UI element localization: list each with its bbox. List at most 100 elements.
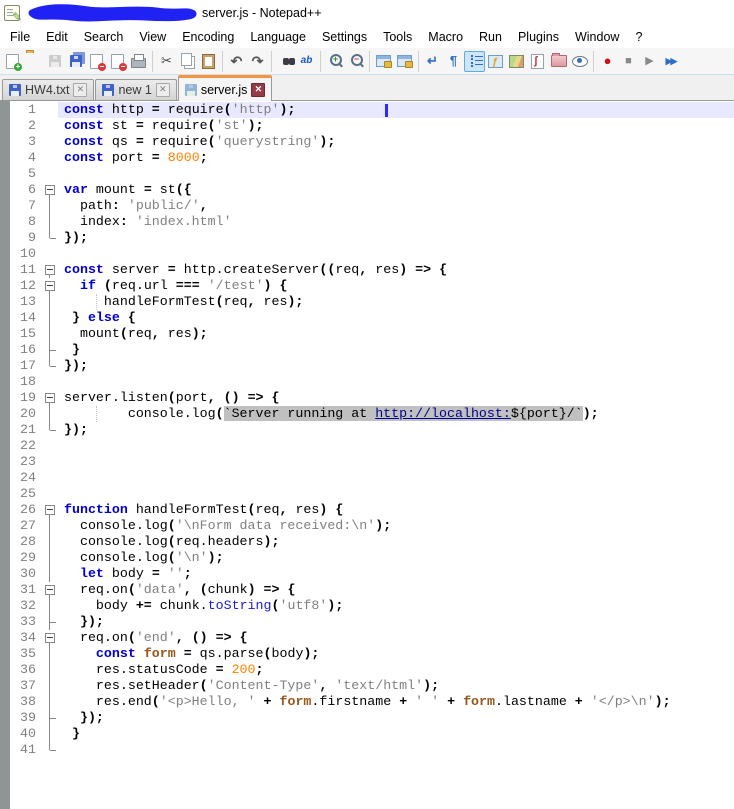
- zoom-in-button[interactable]: +: [324, 51, 345, 72]
- show-all-characters-button[interactable]: ¶: [443, 51, 464, 72]
- code-line[interactable]: 32 body += chunk.toString('utf8');: [0, 598, 734, 614]
- undo-button[interactable]: ↶: [226, 51, 247, 72]
- menu-tools[interactable]: Tools: [375, 28, 420, 46]
- code-line[interactable]: 16 }: [0, 342, 734, 358]
- word-wrap-button[interactable]: ↵: [422, 51, 443, 72]
- code-line[interactable]: 12 if (req.url === '/test') {: [0, 278, 734, 294]
- code-line[interactable]: 17});: [0, 358, 734, 374]
- menu-encoding[interactable]: Encoding: [174, 28, 242, 46]
- menu-macro[interactable]: Macro: [420, 28, 471, 46]
- menu-help[interactable]: ?: [627, 28, 650, 46]
- menu-file[interactable]: File: [2, 28, 38, 46]
- fold-toggle[interactable]: [42, 502, 58, 518]
- document-map-button[interactable]: [506, 51, 527, 72]
- macro-run-multiple-button[interactable]: ▶▶: [660, 51, 681, 72]
- code-line[interactable]: 28 console.log(req.headers);: [0, 534, 734, 550]
- code-line[interactable]: 30 let body = '';: [0, 566, 734, 582]
- new-file-button[interactable]: +: [2, 51, 23, 72]
- code-line[interactable]: 31 req.on('data', (chunk) => {: [0, 582, 734, 598]
- fold-toggle[interactable]: [42, 582, 58, 598]
- line-number: 4: [10, 150, 42, 166]
- macro-play-button[interactable]: ▶: [639, 51, 660, 72]
- zoom-out-button[interactable]: −: [345, 51, 366, 72]
- indent-guide-button[interactable]: [464, 50, 485, 72]
- tab-hw4-txt[interactable]: HW4.txt ✕: [2, 79, 95, 100]
- menu-edit[interactable]: Edit: [38, 28, 76, 46]
- code-line[interactable]: 23: [0, 454, 734, 470]
- code-line[interactable]: 25: [0, 486, 734, 502]
- code-line[interactable]: 34 req.on('end', () => {: [0, 630, 734, 646]
- code-line[interactable]: 5: [0, 166, 734, 182]
- close-tab-icon[interactable]: ✕: [73, 83, 88, 97]
- monitoring-button[interactable]: [569, 51, 590, 72]
- menu-view[interactable]: View: [131, 28, 174, 46]
- save-all-button[interactable]: [65, 51, 86, 72]
- redo-button[interactable]: ↷: [247, 51, 268, 72]
- code-line[interactable]: 6 var mount = st({: [0, 182, 734, 198]
- code-line[interactable]: 1 const http = require('http');: [0, 102, 734, 118]
- code-line[interactable]: 15 mount(req, res);: [0, 326, 734, 342]
- code-line[interactable]: 40 }: [0, 726, 734, 742]
- menu-plugins[interactable]: Plugins: [510, 28, 567, 46]
- code-line[interactable]: 21});: [0, 422, 734, 438]
- menu-run[interactable]: Run: [471, 28, 510, 46]
- fold-toggle[interactable]: [42, 630, 58, 646]
- code-line[interactable]: 13 handleFormTest(req, res);: [0, 294, 734, 310]
- macro-stop-button[interactable]: ■: [618, 51, 639, 72]
- code-line[interactable]: 7 path: 'public/',: [0, 198, 734, 214]
- menu-window[interactable]: Window: [567, 28, 627, 46]
- code-line[interactable]: 8 index: 'index.html': [0, 214, 734, 230]
- code-line[interactable]: 2 const st = require('st');: [0, 118, 734, 134]
- code-line[interactable]: 14 } else {: [0, 310, 734, 326]
- tab-server-js[interactable]: server.js ✕: [177, 75, 273, 101]
- code-line[interactable]: 33 });: [0, 614, 734, 630]
- close-tab-icon[interactable]: ✕: [251, 82, 266, 97]
- code-line[interactable]: 26 function handleFormTest(req, res) {: [0, 502, 734, 518]
- fold-toggle[interactable]: [42, 278, 58, 294]
- find-button[interactable]: [275, 51, 296, 72]
- code-line[interactable]: 37 res.setHeader('Content-Type', 'text/h…: [0, 678, 734, 694]
- document-switcher-button[interactable]: [527, 51, 548, 72]
- close-tab-icon[interactable]: ✕: [155, 83, 170, 97]
- folder-as-workspace-button[interactable]: [548, 51, 569, 72]
- code-line[interactable]: 36 res.statusCode = 200;: [0, 662, 734, 678]
- code-line[interactable]: 38 res.end('<p>Hello, ' + form.firstname…: [0, 694, 734, 710]
- code-line[interactable]: 24: [0, 470, 734, 486]
- print-button[interactable]: [128, 51, 149, 72]
- sync-horizontal-scroll-button[interactable]: [394, 51, 415, 72]
- sync-vertical-scroll-button[interactable]: [373, 51, 394, 72]
- fold-margin: [42, 166, 58, 182]
- paste-button[interactable]: [198, 51, 219, 72]
- code-line[interactable]: 29 console.log('\n');: [0, 550, 734, 566]
- cut-button[interactable]: ✂: [156, 51, 177, 72]
- fold-toggle[interactable]: [42, 262, 58, 278]
- code-line[interactable]: 4 const port = 8000;: [0, 150, 734, 166]
- code-line[interactable]: 11 const server = http.createServer((req,…: [0, 262, 734, 278]
- menu-language[interactable]: Language: [242, 28, 314, 46]
- code-line[interactable]: 27 console.log('\nForm data received:\n'…: [0, 518, 734, 534]
- copy-button[interactable]: [177, 51, 198, 72]
- fold-toggle[interactable]: [42, 390, 58, 406]
- menu-search[interactable]: Search: [76, 28, 132, 46]
- close-all-button[interactable]: −: [107, 51, 128, 72]
- menu-settings[interactable]: Settings: [314, 28, 375, 46]
- code-line[interactable]: 20 console.log(`Server running at http:/…: [0, 406, 734, 422]
- macro-record-button[interactable]: ●: [597, 51, 618, 72]
- code-line[interactable]: 3 const qs = require('querystring');: [0, 134, 734, 150]
- function-list-button[interactable]: [485, 51, 506, 72]
- save-button[interactable]: [44, 51, 65, 72]
- code-line[interactable]: 35 const form = qs.parse(body);: [0, 646, 734, 662]
- code-line[interactable]: 9});: [0, 230, 734, 246]
- close-file-button[interactable]: −: [86, 51, 107, 72]
- code-line[interactable]: 22: [0, 438, 734, 454]
- code-editor[interactable]: 1 const http = require('http'); 2 const st …: [0, 101, 734, 809]
- code-line[interactable]: 18: [0, 374, 734, 390]
- open-file-button[interactable]: [23, 51, 44, 72]
- tab-new-1[interactable]: new 1 ✕: [95, 79, 177, 100]
- fold-toggle[interactable]: [42, 182, 58, 198]
- code-line[interactable]: 39 });: [0, 710, 734, 726]
- code-line[interactable]: 41: [0, 742, 734, 758]
- code-line[interactable]: 10: [0, 246, 734, 262]
- code-line[interactable]: 19 server.listen(port, () => {: [0, 390, 734, 406]
- replace-button[interactable]: ab: [296, 51, 317, 72]
